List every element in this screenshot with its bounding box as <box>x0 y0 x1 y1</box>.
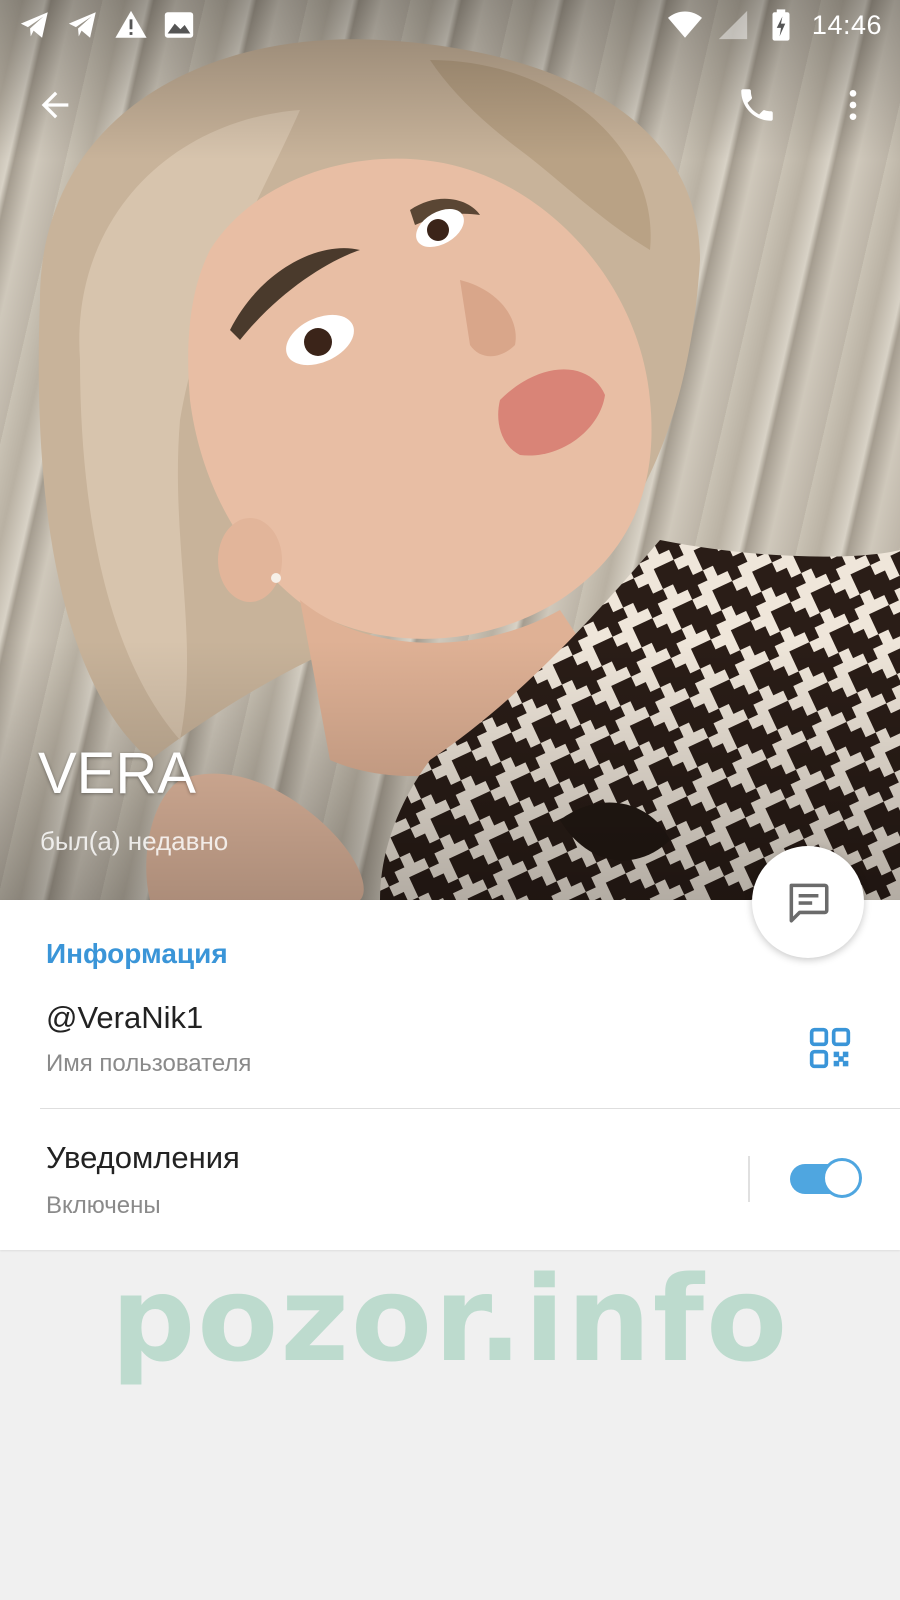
toggle-knob <box>822 1158 862 1198</box>
telegram-icon <box>20 12 48 38</box>
info-card: Информация @VeraNik1 Имя пользователя Ув… <box>0 900 900 1250</box>
status-time: 14:46 <box>811 9 882 40</box>
username-value[interactable]: @VeraNik1 <box>46 1000 203 1036</box>
status-bar: 14:46 <box>0 0 900 50</box>
last-seen-status: был(а) недавно <box>40 826 229 856</box>
more-options-button[interactable] <box>818 70 888 140</box>
image-icon <box>164 12 194 38</box>
more-vertical-icon <box>849 90 857 120</box>
vertical-separator <box>748 1156 750 1202</box>
status-right-icons: 14:46 <box>667 8 882 42</box>
username-label: Имя пользователя <box>46 1050 252 1077</box>
telegram-icon <box>68 12 96 38</box>
qr-code-button[interactable] <box>794 1012 866 1084</box>
profile-header: 14:46 VERA был(а) недавно <box>0 0 900 900</box>
signal-icon <box>718 10 748 40</box>
arrow-back-icon <box>41 91 69 119</box>
section-title-info: Информация <box>46 938 228 969</box>
notifications-status: Включены <box>46 1192 161 1219</box>
notifications-title[interactable]: Уведомления <box>46 1140 240 1176</box>
status-left-icons <box>18 8 196 42</box>
warning-icon <box>115 10 147 38</box>
battery-charging-icon <box>772 9 790 41</box>
wifi-icon <box>667 11 702 38</box>
qr-code-icon <box>809 1027 851 1069</box>
back-button[interactable] <box>20 70 90 140</box>
call-button[interactable] <box>722 70 792 140</box>
message-icon <box>789 883 829 923</box>
watermark: pozor.info <box>110 1250 790 1388</box>
toolbar <box>0 70 900 140</box>
notifications-toggle[interactable] <box>790 1158 862 1198</box>
profile-name: VERA <box>38 741 196 806</box>
phone-icon <box>741 89 773 121</box>
send-message-button[interactable] <box>752 846 864 958</box>
divider <box>40 1108 900 1109</box>
